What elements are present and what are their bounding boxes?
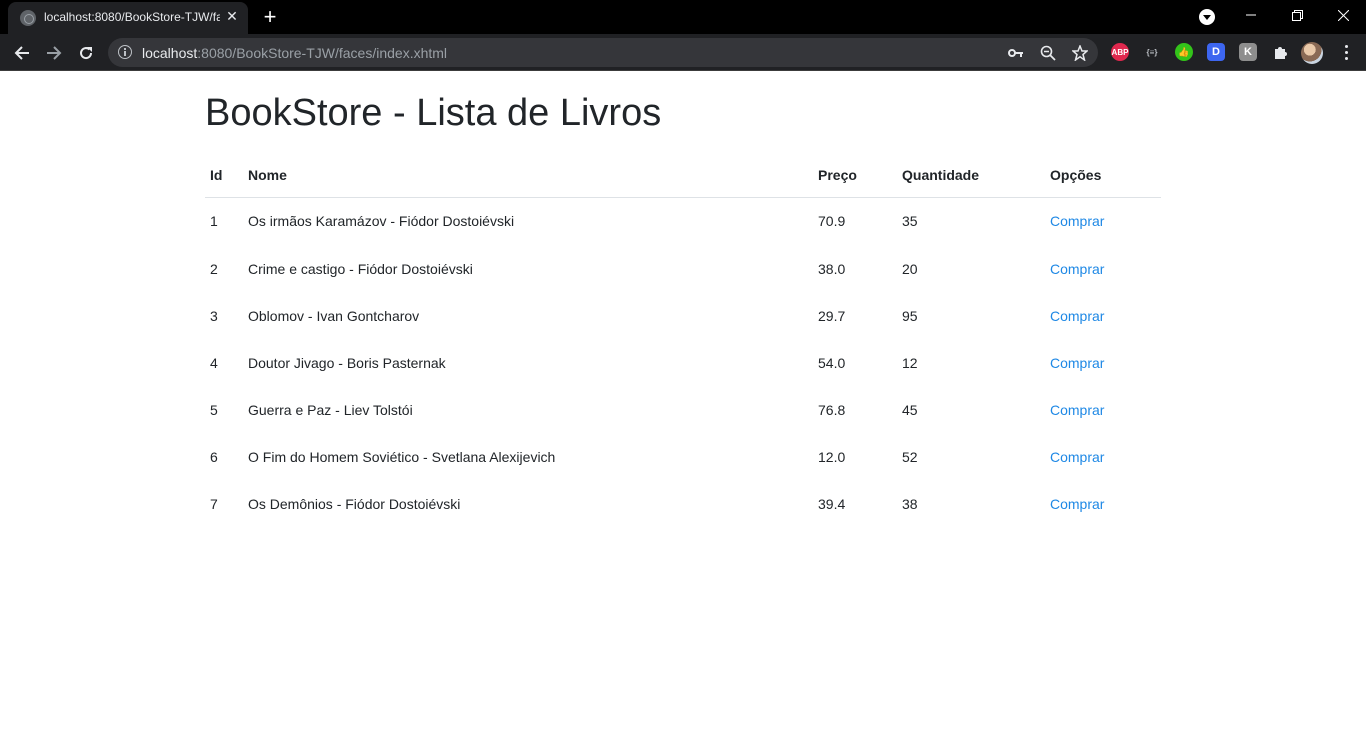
cell-opcoes: Comprar (1045, 386, 1161, 433)
buy-link[interactable]: Comprar (1050, 213, 1104, 229)
adblock-icon[interactable]: ABP (1111, 43, 1129, 61)
info-icon[interactable] (118, 45, 132, 59)
table-row: 4 Doutor Jivago - Boris Pasternak 54.0 1… (205, 339, 1161, 386)
column-header-quantidade: Quantidade (897, 153, 1045, 198)
address-bar[interactable]: localhost:8080/BookStore-TJW/faces/index… (108, 38, 1098, 67)
cell-nome: O Fim do Homem Soviético - Svetlana Alex… (248, 448, 556, 465)
buy-link[interactable]: Comprar (1050, 496, 1104, 512)
cell-preco: 54.0 (818, 354, 846, 371)
table-row: 5 Guerra e Paz - Liev Tolstói 76.8 45 Co… (205, 386, 1161, 433)
puzzle-icon[interactable] (1271, 43, 1289, 61)
json-viewer-icon[interactable]: {≡} (1143, 43, 1161, 61)
reload-button[interactable] (73, 40, 99, 66)
restore-button[interactable] (1274, 0, 1320, 30)
table-header-row: Id Nome Preço Quantidade Opções (205, 153, 1161, 198)
cell-opcoes: Comprar (1045, 480, 1161, 527)
cell-opcoes: Comprar (1045, 433, 1161, 480)
cell-quantidade: 20 (902, 260, 918, 277)
globe-icon (20, 10, 36, 26)
cell-preco: 29.7 (818, 307, 846, 324)
tab-title: localhost:8080/BookStore-TJW/faces/index… (44, 10, 220, 24)
cell-id: 3 (210, 307, 218, 324)
table-row: 3 Oblomov - Ivan Gontcharov 29.7 95 Comp… (205, 292, 1161, 339)
url-text[interactable]: localhost:8080/BookStore-TJW/faces/index… (142, 45, 447, 61)
reload-icon (80, 47, 93, 60)
cell-preco: 70.9 (818, 213, 846, 230)
tab-strip: localhost:8080/BookStore-TJW/faces/index… (0, 0, 1366, 34)
zoom-icon[interactable] (1038, 43, 1058, 63)
cell-opcoes: Comprar (1045, 197, 1161, 245)
cell-nome: Oblomov - Ivan Gontcharov (248, 307, 420, 324)
cell-nome: Doutor Jivago - Boris Pasternak (248, 354, 446, 371)
cell-id: 1 (210, 213, 218, 230)
d-extension-icon[interactable]: D (1207, 43, 1225, 61)
cell-id: 2 (210, 260, 218, 277)
cell-preco: 38.0 (818, 260, 846, 277)
avatar[interactable] (1301, 42, 1323, 64)
menu-dots-icon[interactable] (1336, 42, 1356, 62)
page-title: BookStore - Lista de Livros (205, 92, 662, 134)
column-header-opcoes: Opções (1045, 153, 1161, 198)
arrow-left-icon (14, 46, 29, 60)
table-row: 2 Crime e castigo - Fiódor Dostoiévski 3… (205, 245, 1161, 292)
star-icon[interactable] (1070, 43, 1090, 63)
cell-preco: 12.0 (818, 448, 846, 465)
cell-nome: Guerra e Paz - Liev Tolstói (248, 401, 413, 418)
url-host: localhost (142, 45, 198, 61)
table-row: 7 Os Demônios - Fiódor Dostoiévski 39.4 … (205, 480, 1161, 527)
buy-link[interactable]: Comprar (1050, 308, 1104, 324)
cell-quantidade: 45 (902, 401, 918, 418)
cell-opcoes: Comprar (1045, 245, 1161, 292)
cell-opcoes: Comprar (1045, 292, 1161, 339)
table-row: 6 O Fim do Homem Soviético - Svetlana Al… (205, 433, 1161, 480)
page-content: BookStore - Lista de Livros Id Nome Preç… (0, 71, 1366, 738)
thumbs-up-icon[interactable]: 👍 (1175, 43, 1193, 61)
cell-preco: 76.8 (818, 401, 846, 418)
forward-button[interactable] (41, 40, 67, 66)
new-tab-button[interactable]: + (258, 5, 282, 29)
minimize-icon (1246, 14, 1256, 16)
k-extension-icon[interactable]: K (1239, 43, 1257, 61)
buy-link[interactable]: Comprar (1050, 355, 1104, 371)
close-icon (1337, 9, 1349, 21)
url-path: :8080/BookStore-TJW/faces/index.xhtml (197, 45, 448, 61)
column-header-nome: Nome (243, 153, 813, 198)
cell-quantidade: 35 (902, 213, 918, 230)
column-header-id: Id (205, 153, 243, 198)
tab-search-icon[interactable] (1199, 9, 1215, 25)
cell-quantidade: 95 (902, 307, 918, 324)
cell-preco: 39.4 (818, 495, 846, 512)
arrow-right-icon (47, 46, 62, 60)
cell-nome: Crime e castigo - Fiódor Dostoiévski (248, 260, 473, 277)
cell-nome: Os Demônios - Fiódor Dostoiévski (248, 495, 461, 512)
buy-link[interactable]: Comprar (1050, 261, 1104, 277)
buy-link[interactable]: Comprar (1050, 402, 1104, 418)
cell-opcoes: Comprar (1045, 339, 1161, 386)
column-header-preco: Preço (813, 153, 897, 198)
cell-quantidade: 38 (902, 495, 918, 512)
cell-id: 7 (210, 495, 218, 512)
cell-quantidade: 52 (902, 448, 918, 465)
books-table: Id Nome Preço Quantidade Opções 1 Os irm… (205, 153, 1161, 527)
cell-id: 4 (210, 354, 218, 371)
browser-toolbar: localhost:8080/BookStore-TJW/faces/index… (0, 34, 1366, 71)
restore-icon (1291, 9, 1303, 21)
close-window-button[interactable] (1320, 0, 1366, 30)
key-icon[interactable] (1006, 43, 1026, 63)
table-row: 1 Os irmãos Karamázov - Fiódor Dostoiévs… (205, 197, 1161, 245)
cell-id: 6 (210, 448, 218, 465)
close-tab-icon[interactable]: ✕ (224, 8, 240, 24)
back-button[interactable] (9, 40, 35, 66)
cell-quantidade: 12 (902, 354, 918, 371)
buy-link[interactable]: Comprar (1050, 449, 1104, 465)
minimize-button[interactable] (1228, 0, 1274, 30)
cell-id: 5 (210, 401, 218, 418)
browser-tab[interactable]: localhost:8080/BookStore-TJW/faces/index… (8, 2, 248, 34)
cell-nome: Os irmãos Karamázov - Fiódor Dostoiévski (248, 213, 515, 230)
